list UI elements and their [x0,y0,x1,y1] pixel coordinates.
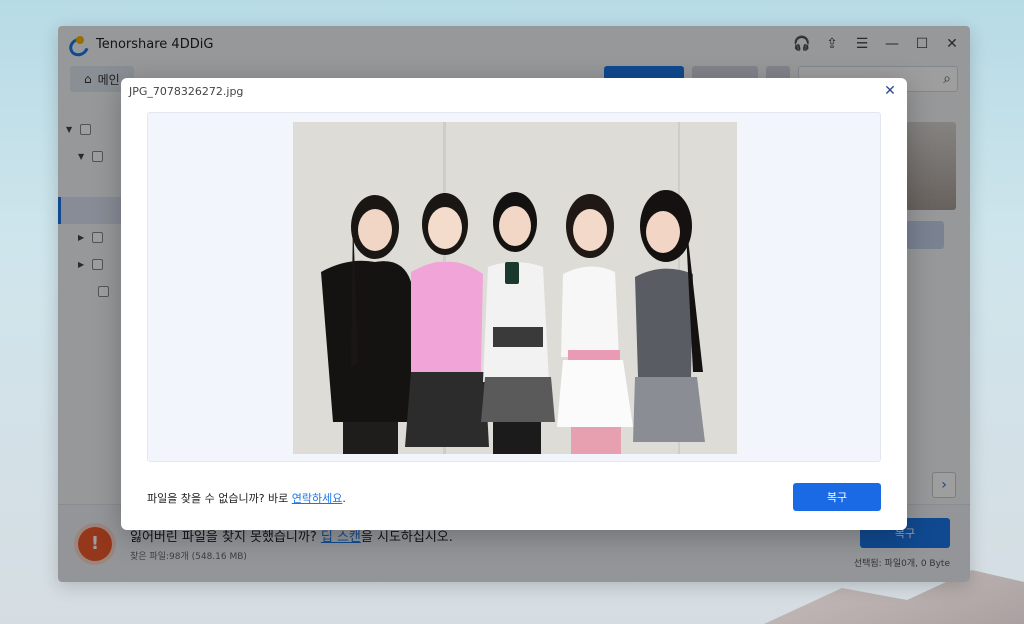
preview-image [293,122,737,454]
preview-recover-button[interactable]: 복구 [793,483,881,511]
contact-link[interactable]: 연락하세요 [292,492,343,505]
preview-area [147,112,881,462]
close-icon[interactable]: ✕ [881,82,899,100]
preview-dialog: JPG_7078326272.jpg ✕ 파일을 찾을 수 없습니까? 바로 연… [121,78,907,530]
preview-dialog-header: JPG_7078326272.jpg ✕ [121,78,907,104]
preview-file-name: JPG_7078326272.jpg [129,84,244,98]
contact-message: 파일을 찾을 수 없습니까? 바로 연락하세요. [147,492,346,505]
